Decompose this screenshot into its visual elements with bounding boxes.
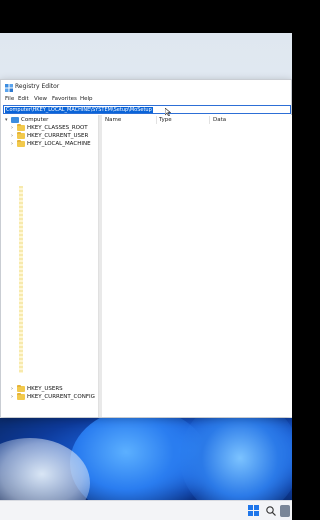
screen: Registry Editor File Edit View Favorites…: [0, 0, 292, 520]
tree-label: HKEY_USERS: [27, 386, 63, 392]
window-title: Registry Editor: [15, 83, 60, 90]
folder-icon: [17, 385, 25, 392]
menu-view[interactable]: View: [34, 96, 47, 102]
mouse-cursor-icon: [165, 108, 171, 116]
folder-icon: [17, 124, 25, 131]
title-bar[interactable]: Registry Editor: [1, 80, 291, 95]
desktop-wallpaper: [0, 418, 292, 500]
tree-node-hkey-users[interactable]: › HKEY_USERS: [11, 385, 97, 393]
column-divider[interactable]: [209, 116, 210, 124]
folder-icon: [17, 132, 25, 139]
registry-editor-window[interactable]: Registry Editor File Edit View Favorites…: [0, 79, 292, 417]
column-header-name[interactable]: Name: [105, 117, 121, 123]
menu-bar: File Edit View Favorites Help: [1, 95, 291, 104]
folder-icon: [17, 393, 25, 400]
menu-file[interactable]: File: [5, 96, 14, 102]
column-divider[interactable]: [156, 116, 157, 124]
tree-node-hkey-current-user[interactable]: › HKEY_CURRENT_USER: [11, 132, 97, 140]
expand-icon[interactable]: ›: [11, 132, 16, 140]
search-icon[interactable]: [265, 505, 277, 517]
column-header-data[interactable]: Data: [213, 117, 226, 123]
taskbar: [0, 500, 292, 520]
expand-icon[interactable]: ›: [11, 124, 16, 132]
tree-label: HKEY_CURRENT_USER: [27, 133, 89, 139]
key-tree-pane[interactable]: ▾ Computer › HKEY_CLASSES_ROOT › HKEY_CU…: [1, 115, 99, 417]
tree-label: HKEY_CURRENT_CONFIG: [27, 394, 95, 400]
column-header-type[interactable]: Type: [159, 117, 172, 123]
address-bar[interactable]: Computer\HKEY_LOCAL_MACHINE\SYSTEM\Setup…: [3, 105, 291, 114]
tree-label: Computer: [21, 117, 49, 123]
windows-start-icon[interactable]: [248, 505, 260, 517]
values-list-pane[interactable]: Name Type Data: [102, 115, 292, 417]
menu-help[interactable]: Help: [80, 96, 93, 102]
computer-icon: [11, 117, 19, 123]
expanded-subtree-placeholder: [19, 186, 23, 373]
taskbar-app-icon[interactable]: [280, 505, 290, 517]
tree-node-hkey-local-machine[interactable]: › HKEY_LOCAL_MACHINE: [11, 140, 97, 148]
top-black-band: [0, 0, 292, 33]
registry-app-icon: [5, 84, 13, 92]
folder-icon: [17, 140, 25, 147]
tree-node-computer[interactable]: ▾ Computer: [5, 116, 95, 124]
address-text[interactable]: Computer\HKEY_LOCAL_MACHINE\SYSTEM\Setup…: [5, 107, 153, 113]
menu-edit[interactable]: Edit: [18, 96, 29, 102]
expand-icon[interactable]: ›: [11, 385, 16, 393]
tree-node-hkey-classes-root[interactable]: › HKEY_CLASSES_ROOT: [11, 124, 97, 132]
wallpaper-bloom-shape: [180, 418, 292, 500]
tree-label: HKEY_CLASSES_ROOT: [27, 125, 88, 131]
expand-icon[interactable]: ›: [11, 140, 16, 148]
expand-icon[interactable]: ›: [11, 393, 16, 401]
tree-node-hkey-current-config[interactable]: › HKEY_CURRENT_CONFIG: [11, 393, 97, 401]
menu-favorites[interactable]: Favorites: [52, 96, 77, 102]
collapse-icon[interactable]: ▾: [5, 116, 10, 124]
tree-label: HKEY_LOCAL_MACHINE: [27, 141, 91, 147]
